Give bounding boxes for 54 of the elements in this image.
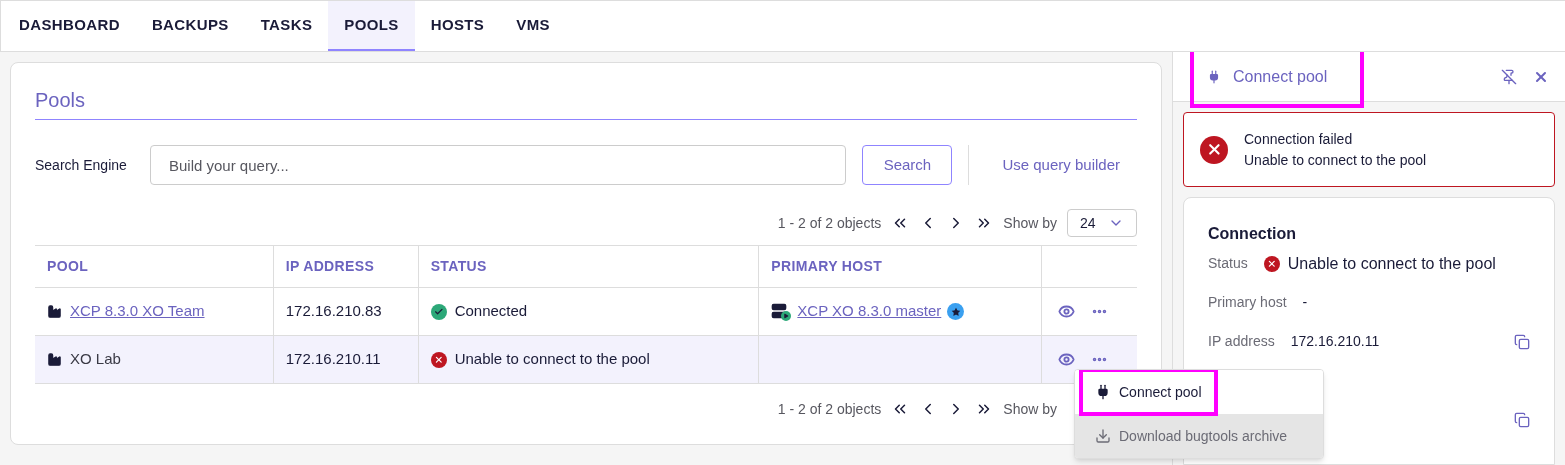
query-builder-link[interactable]: Use query builder <box>985 153 1137 177</box>
plug-icon <box>1095 384 1111 400</box>
pool-link[interactable]: XCP 8.3.0 XO Team <box>70 300 205 323</box>
view-icon[interactable] <box>1058 303 1076 320</box>
search-button[interactable]: Search <box>862 145 953 185</box>
field-value: 172.16.210.11 <box>1290 332 1380 351</box>
primary-host-link[interactable]: XCP XO 8.3.0 master <box>797 300 942 323</box>
show-by-label: Show by <box>1003 399 1057 419</box>
ip-cell: 172.16.210.11 <box>273 336 419 383</box>
column-header: IP ADDRESS <box>273 246 419 287</box>
search-field[interactable]: Build your query... <box>150 145 847 185</box>
column-header: POOL <box>35 246 274 287</box>
pool-icon <box>47 352 62 367</box>
panel-title: Pools <box>35 85 1137 120</box>
download-icon <box>1095 428 1111 444</box>
unpin-icon[interactable] <box>1501 68 1517 85</box>
nav-tab[interactable]: POOLS <box>328 1 415 51</box>
nav-tab[interactable]: DASHBOARD <box>3 1 136 51</box>
pagination-range: 1 - 2 of 2 objects <box>777 213 882 233</box>
column-header: STATUS <box>418 246 760 287</box>
side-panel-title: Connect pool <box>1233 66 1328 87</box>
table-row[interactable]: XCP 8.3.0 XO Team 172.16.210.83 Connected XCP XO 8.3.0 master <box>35 288 1137 336</box>
nav-tab[interactable]: TASKS <box>244 1 329 51</box>
pool-icon <box>47 304 62 319</box>
status-text: Unable to connect to the pool <box>454 349 650 370</box>
view-icon[interactable] <box>1058 351 1076 368</box>
nav-tab[interactable]: BACKUPS <box>135 1 245 51</box>
ip-cell: 172.16.210.83 <box>273 288 419 335</box>
copy-icon[interactable] <box>1514 411 1530 428</box>
field-value: - <box>1302 293 1308 312</box>
status-text: Connected <box>454 301 528 322</box>
check-icon <box>430 303 447 320</box>
field-value: Unable to connect to the pool <box>1287 253 1496 274</box>
table-row[interactable]: XO Lab 172.16.210.11 Unable to connect to the pool <box>35 336 1137 384</box>
nav-tab[interactable]: VMS <box>500 1 566 51</box>
search-label: Search Engine <box>35 155 128 175</box>
plug-icon <box>1207 69 1221 84</box>
error-icon <box>1263 255 1280 272</box>
copy-icon[interactable] <box>1514 333 1530 350</box>
field-label: Primary host <box>1208 293 1287 312</box>
pagination-range: 1 - 2 of 2 objects <box>777 399 882 419</box>
field-label: IP address <box>1208 332 1275 351</box>
show-by-select[interactable]: 24 <box>1067 209 1137 237</box>
host-icon <box>771 302 792 321</box>
alert-title: Connection failed <box>1244 129 1354 149</box>
nav-tab[interactable]: HOSTS <box>414 1 501 51</box>
field-label: Status <box>1208 254 1248 273</box>
error-icon <box>430 351 447 368</box>
alert-message: Unable to connect to the pool <box>1244 150 1427 170</box>
pool-name: XO Lab <box>70 349 121 370</box>
section-title: Connection <box>1208 224 1297 244</box>
column-header: PRIMARY HOST <box>759 246 1043 287</box>
error-icon <box>1200 135 1228 164</box>
show-by-label: Show by <box>1003 213 1057 233</box>
